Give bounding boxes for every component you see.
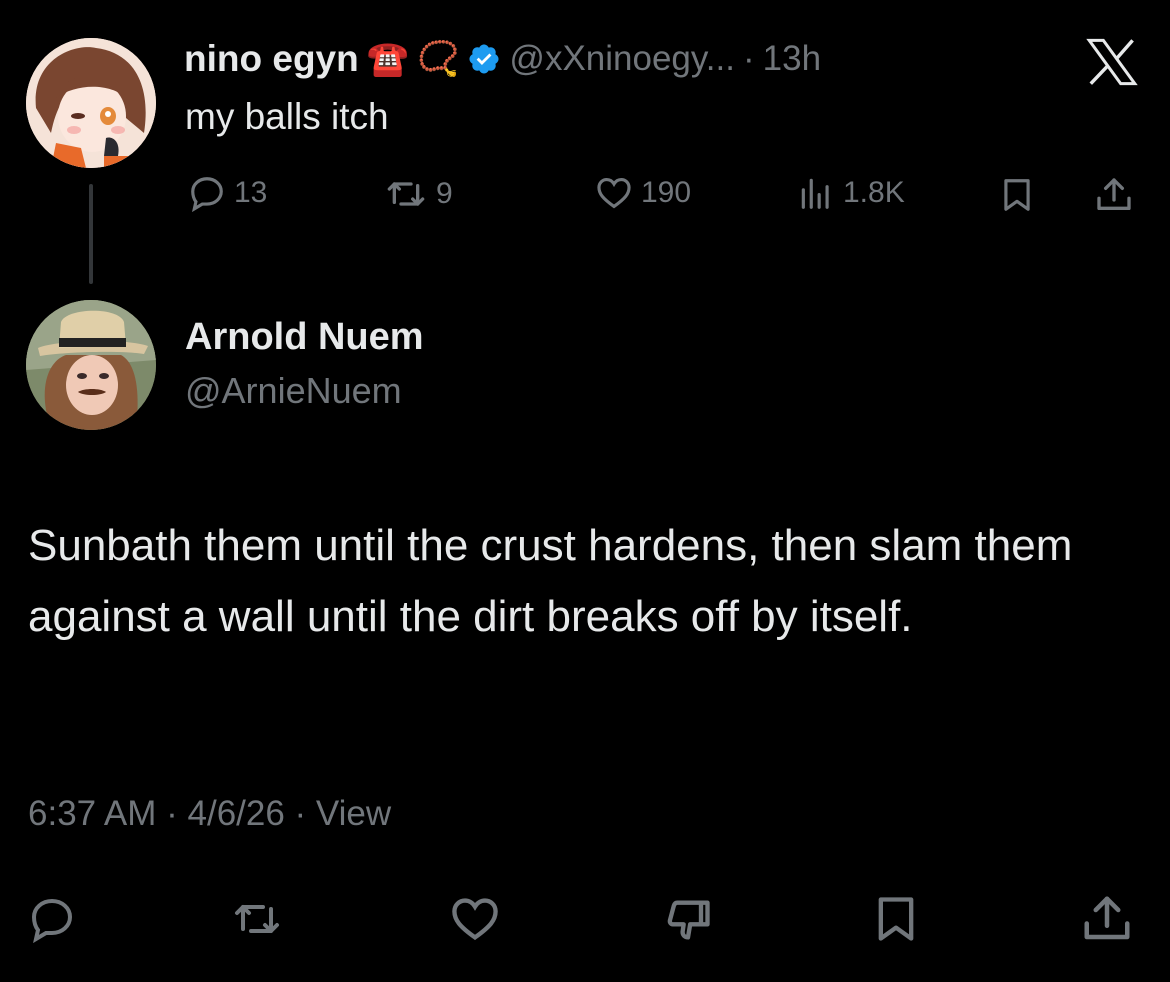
verified-badge-icon[interactable] (467, 42, 501, 76)
avatar-nino[interactable] (26, 38, 156, 168)
bookmark-action-icon[interactable] (870, 893, 922, 945)
retweet-icon (384, 174, 428, 214)
x-logo-icon[interactable] (1086, 38, 1138, 86)
separator: · (742, 39, 755, 78)
phone-emoji: ☎️ (366, 40, 410, 78)
like-icon (595, 174, 633, 212)
reply-icon (188, 174, 226, 212)
reply-timestamp[interactable]: 6:37 AM · 4/6/26 · View (28, 794, 391, 834)
reply-display-name[interactable]: Arnold Nuem (185, 316, 424, 359)
beads-emoji: 📿 (417, 40, 460, 78)
like-count: 190 (641, 176, 692, 209)
bookmark-icon[interactable] (998, 175, 1036, 215)
parent-tweet-text: my balls itch (185, 96, 389, 137)
reply-count: 13 (234, 176, 268, 209)
share-action-icon[interactable] (1080, 892, 1134, 946)
avatar-image (26, 38, 156, 168)
avatar-arnold[interactable] (26, 300, 156, 430)
parent-header: nino egyn ☎️ 📿 @xXninoegy... · 13h (184, 34, 821, 84)
views-stat[interactable]: 1.8K (797, 174, 905, 212)
handle[interactable]: @xXninoegy... (509, 39, 735, 79)
avatar-image (26, 300, 156, 430)
retweet-action-icon[interactable] (230, 895, 284, 943)
views-count: 1.8K (843, 176, 905, 209)
views-icon (797, 174, 835, 212)
display-name[interactable]: nino egyn (184, 38, 359, 80)
tweet-time[interactable]: 13h (763, 39, 821, 79)
reply-action-icon[interactable] (28, 895, 76, 943)
dislike-icon[interactable] (662, 893, 714, 947)
thread-line (89, 184, 93, 284)
share-icon[interactable] (1094, 174, 1134, 216)
reply-handle[interactable]: @ArnieNuem (185, 370, 402, 412)
retweet-stat[interactable]: 9 (384, 174, 453, 214)
reply-stat[interactable]: 13 (188, 174, 267, 212)
retweet-count: 9 (436, 177, 453, 210)
reply-tweet-text: Sunbath them until the crust hardens, th… (28, 521, 1073, 641)
like-action-icon[interactable] (448, 893, 502, 945)
like-stat[interactable]: 190 (595, 174, 691, 212)
